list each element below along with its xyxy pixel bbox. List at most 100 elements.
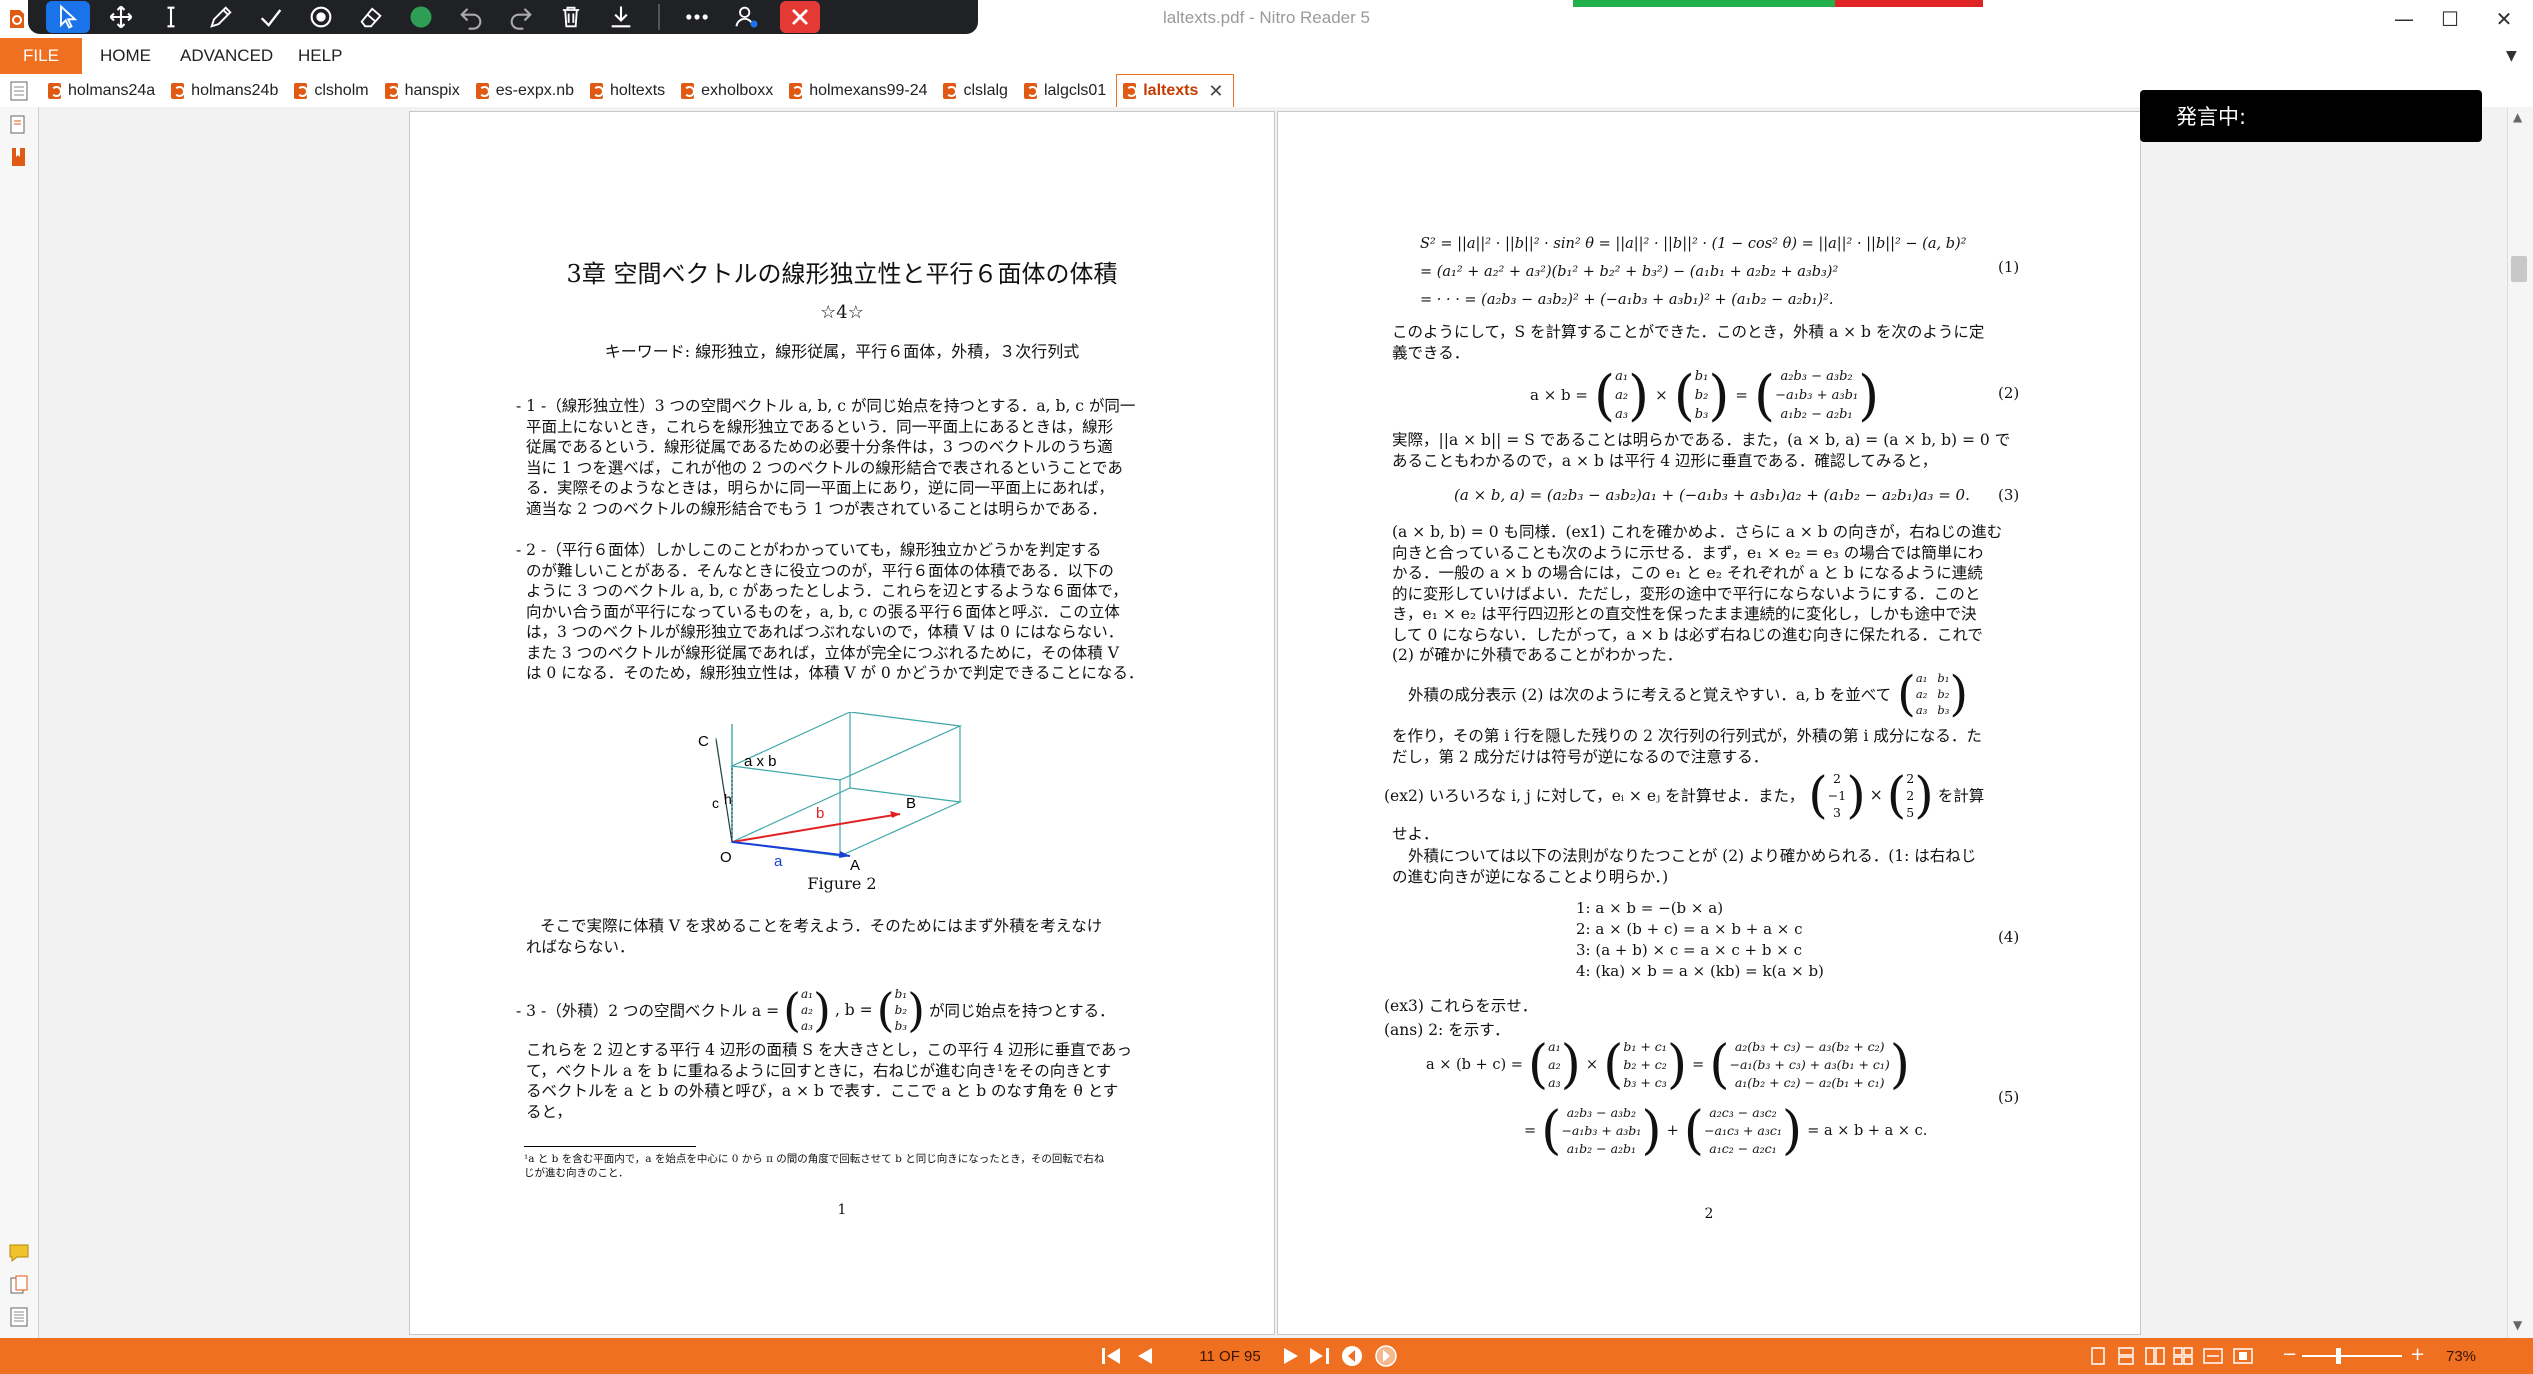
maximize-button[interactable]: ☐: [2423, 2, 2477, 36]
matrix-ab: ( a₁ b₁ a₂ b₂ a₃ b₃ ): [1897, 666, 1969, 722]
parallelepiped-edges: [715, 712, 963, 857]
tab-clslalg[interactable]: clslalg: [937, 74, 1017, 107]
previous-page-icon[interactable]: [1134, 1346, 1156, 1366]
equation-4-number: (4): [1998, 928, 2020, 946]
comments-panel-icon[interactable]: [8, 1242, 30, 1264]
redo-icon[interactable]: [496, 0, 546, 34]
tab-holmexans99-24[interactable]: holmexans99-24: [783, 74, 937, 107]
eraser-icon[interactable]: [346, 0, 396, 34]
pdf-icon: [789, 82, 804, 99]
fit-page-icon[interactable]: [2232, 1346, 2254, 1366]
pdf-icon: [1123, 83, 1138, 99]
back-view-icon[interactable]: [1340, 1344, 1364, 1368]
tab-laltexts[interactable]: laltexts ✕: [1116, 74, 1235, 107]
keywords: キーワード: 線形独立，線形従属，平行６面体，外積，３次行列式: [604, 342, 1080, 361]
label-B: B: [906, 795, 916, 812]
paragraph-define-cross: このようにして，S を計算することができた．このとき，外積 a × b を次のよ…: [1392, 323, 1985, 362]
equation-5-number: (5): [1998, 1088, 2020, 1106]
tab-holmans24a[interactable]: holmans24a: [42, 74, 165, 107]
file-menu[interactable]: FILE: [0, 38, 82, 74]
figure-2-parallelepiped: C a x b c h b B O a A: [698, 712, 963, 872]
equation-3-number: (3): [1998, 486, 2020, 504]
pdf-icon: [475, 82, 490, 99]
continuous-facing-view-icon[interactable]: [2172, 1346, 2194, 1366]
forward-view-icon[interactable]: [1374, 1344, 1398, 1368]
pdf-icon: [1023, 82, 1038, 99]
label-b: b: [816, 805, 824, 822]
check-icon[interactable]: [246, 0, 296, 34]
output-panel-icon[interactable]: [8, 1306, 30, 1328]
pages-panel-icon[interactable]: [8, 114, 30, 136]
last-page-icon[interactable]: [1306, 1346, 1332, 1366]
single-page-view-icon[interactable]: [2088, 1346, 2108, 1366]
page-indicator[interactable]: 11 OF 95: [1170, 1338, 1290, 1374]
vector-b: ( b₁ b₂ b₃ ): [876, 983, 926, 1037]
progress-green: [1573, 0, 1835, 7]
section-2-parallelepiped: - 2 -（平行６面体）しかしこのことがわかっていても，線形独立かどうかを判定す…: [516, 541, 1144, 682]
user-settings-icon[interactable]: [722, 0, 772, 34]
section-3-cross-product-body: これらを 2 辺とする平行 4 辺形の面積 S を大きさとし，この平行 4 辺形…: [526, 1041, 1133, 1121]
zoom-in-icon[interactable]: +: [2410, 1344, 2425, 1365]
exercise-3: (ex3) これらを示せ．: [1384, 997, 1538, 1015]
pdf-icon: [294, 82, 309, 99]
zoom-slider-thumb[interactable]: [2336, 1348, 2341, 1364]
section-3-cross-product-head: - 3 -（外積）2 つの空間ベクトル a = ( a₁ a₂ a₃ ) , b =…: [516, 983, 1115, 1037]
label-O: O: [720, 849, 732, 866]
download-icon[interactable]: [596, 0, 646, 34]
document-tabs: holmans24a holmans24b clsholm hanspix es…: [42, 74, 1235, 107]
attachments-panel-icon[interactable]: [8, 1274, 30, 1296]
tab-es-expx[interactable]: es-expx.nb: [470, 74, 584, 107]
next-page-icon[interactable]: [1280, 1346, 1302, 1366]
paragraph-laws: 外積については以下の法則がなりたつことが (2) より確かめられる．(1: は右…: [1392, 847, 1977, 886]
chevron-down-icon[interactable]: ▼: [2506, 48, 2517, 64]
zoom-slider[interactable]: [2302, 1355, 2402, 1357]
menu-advanced[interactable]: ADVANCED: [180, 38, 273, 74]
close-icon[interactable]: [780, 1, 820, 33]
tab-lalgcls01[interactable]: lalgcls01: [1018, 74, 1116, 107]
first-page-icon[interactable]: [1100, 1346, 1126, 1366]
menu-bar: [0, 38, 2533, 74]
tab-exholboxx[interactable]: exholboxx: [675, 74, 783, 107]
zoom-out-icon[interactable]: −: [2282, 1344, 2297, 1365]
equation-2: a × b = ( a₁ a₂ a₃ ) × ( b₁ b₂ b₃ ) = ( a₂b₃…: [1530, 363, 1880, 427]
bookmarks-panel-icon[interactable]: [8, 146, 30, 168]
equation-1: S² = ||a||² · ||b||² · sin² θ = ||a||² ·…: [1420, 236, 1967, 308]
equation-1-number: (1): [1998, 258, 2020, 276]
tab-holtexts[interactable]: holtexts: [584, 74, 675, 107]
pan-hand-icon[interactable]: [96, 0, 146, 34]
scroll-thumb[interactable]: [2511, 256, 2527, 282]
a-vector: [731, 841, 851, 857]
left-sidebar: [0, 107, 39, 1338]
menu-home[interactable]: HOME: [100, 38, 151, 74]
color-dot-icon[interactable]: [396, 0, 446, 34]
tab-holmans24b[interactable]: holmans24b: [165, 74, 288, 107]
fit-width-icon[interactable]: [2202, 1346, 2224, 1366]
scroll-down-icon[interactable]: ▼: [2513, 1318, 2522, 1332]
pdf-icon: [48, 82, 62, 99]
continuous-view-icon[interactable]: [2116, 1346, 2136, 1366]
menu-help[interactable]: HELP: [298, 38, 342, 74]
page-thumbnail-icon[interactable]: [8, 80, 30, 102]
pen-icon[interactable]: [196, 0, 246, 34]
figure-caption: Figure 2: [807, 874, 877, 893]
tab-close-icon[interactable]: ✕: [1208, 81, 1223, 102]
more-icon[interactable]: [672, 0, 722, 34]
delete-icon[interactable]: [546, 0, 596, 34]
vertical-scrollbar[interactable]: [2507, 107, 2533, 1338]
facing-view-icon[interactable]: [2144, 1346, 2166, 1366]
paragraph-volume: そこで実際に体積 V を求めることを考えよう．そのためにはまず外積を考えなけ れ…: [526, 917, 1103, 956]
toolbar-separator: [658, 4, 660, 30]
annotation-toolbar: [28, 0, 978, 34]
undo-icon[interactable]: [446, 0, 496, 34]
tab-clsholm[interactable]: clsholm: [288, 74, 378, 107]
window-close-button[interactable]: ✕: [2477, 2, 2531, 36]
scroll-up-icon[interactable]: ▲: [2513, 110, 2522, 124]
tab-hanspix[interactable]: hanspix: [379, 74, 470, 107]
vector-a: ( a₁ a₂ a₃ ): [783, 983, 831, 1037]
text-cursor-icon[interactable]: [146, 0, 196, 34]
paragraph-component-head: 外積の成分表示 (2) は次のように考えると覚えやすい．a, b を並べて ( …: [1408, 666, 1969, 722]
zoom-level[interactable]: 73%: [2446, 1338, 2496, 1374]
select-pointer-icon[interactable]: [46, 1, 90, 33]
stamp-icon[interactable]: [296, 0, 346, 34]
page-number-1: 1: [837, 1202, 847, 1218]
